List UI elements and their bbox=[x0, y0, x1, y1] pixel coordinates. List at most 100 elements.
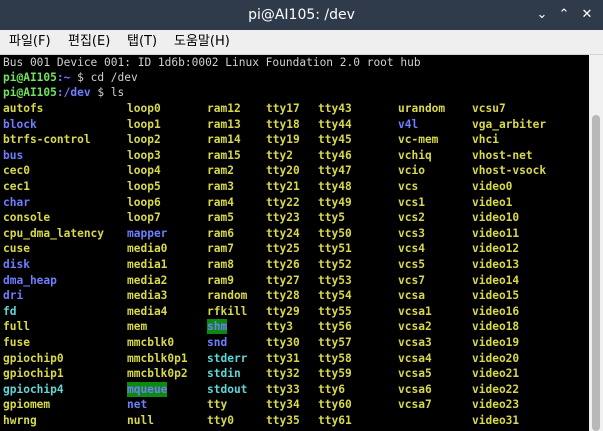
ls-entry: mmcblk0 bbox=[127, 336, 175, 349]
ls-entry: cuse bbox=[3, 242, 30, 256]
ls-entry: vcs2 bbox=[398, 211, 425, 225]
ls-entry: tty27 bbox=[266, 273, 300, 287]
ls-entry: vga_arbiter bbox=[472, 117, 547, 131]
ls-entry: autofs bbox=[3, 102, 44, 115]
prompt-path: :/dev bbox=[56, 86, 98, 99]
ls-entry: tty21 bbox=[266, 180, 300, 193]
ls-entry: mem bbox=[127, 320, 148, 334]
ls-entry: ram15 bbox=[207, 148, 241, 162]
ls-entry: ram7 bbox=[207, 242, 234, 256]
ls-entry: gpiomem bbox=[3, 398, 51, 412]
ls-entry: tty28 bbox=[266, 289, 300, 303]
ls-entry: vc-mem bbox=[398, 133, 439, 147]
ls-entry: media2 bbox=[127, 273, 168, 287]
ls-entry: loop7 bbox=[127, 211, 161, 225]
ls-entry: stderr bbox=[207, 351, 248, 365]
ls-entry: tty45 bbox=[318, 133, 352, 147]
ls-entry: video19 bbox=[472, 336, 520, 349]
command-text: $ cd /dev bbox=[77, 71, 138, 84]
ls-entry: tty31 bbox=[266, 351, 300, 365]
menu-bar: 파일(F) 편집(E) 탭(T) 도움말(H) bbox=[0, 30, 603, 55]
ls-entry: tty29 bbox=[266, 304, 300, 318]
ls-entry: urandom bbox=[398, 102, 446, 115]
ls-entry: block bbox=[3, 117, 37, 131]
ls-entry: vhost-net bbox=[472, 148, 533, 162]
scrollbar[interactable] bbox=[589, 55, 603, 431]
ls-entry: tty18 bbox=[266, 117, 300, 131]
ls-entry: media1 bbox=[127, 258, 168, 271]
ls-entry: hwrng bbox=[3, 414, 37, 427]
ls-entry: shm bbox=[207, 319, 228, 335]
chevron-down-icon[interactable]: ⌄ bbox=[534, 7, 550, 23]
ls-entry: tty6 bbox=[318, 382, 345, 396]
ls-entry: ram2 bbox=[207, 164, 234, 178]
ls-entry: ram13 bbox=[207, 117, 241, 131]
ls-entry: tty32 bbox=[266, 367, 300, 381]
ls-entry: video13 bbox=[472, 258, 520, 271]
ls-entry: ram14 bbox=[207, 133, 241, 147]
ls-entry: vcsa5 bbox=[398, 367, 432, 381]
ls-entry: video1 bbox=[472, 195, 513, 209]
ls-entry: video16 bbox=[472, 304, 520, 318]
ls-entry: loop6 bbox=[127, 195, 161, 209]
ls-entry: gpiochip1 bbox=[3, 367, 64, 381]
ls-entry: tty25 bbox=[266, 242, 300, 256]
ls-entry: tty58 bbox=[318, 351, 352, 365]
ls-entry: tty20 bbox=[266, 164, 300, 178]
window-title: pi@AI105: /dev bbox=[248, 7, 355, 23]
ls-entry: ram9 bbox=[207, 273, 234, 287]
ls-entry: video22 bbox=[472, 382, 520, 396]
command-text: $ ls bbox=[97, 86, 125, 99]
ls-entry: ram3 bbox=[207, 180, 234, 193]
ls-entry: null bbox=[127, 414, 154, 427]
ls-entry: vcs4 bbox=[398, 242, 425, 256]
ls-entry: dma_heap bbox=[3, 273, 57, 287]
scroll-thumb[interactable] bbox=[592, 115, 600, 431]
ls-entry: cpu_dma_latency bbox=[3, 226, 105, 240]
ls-entry: video0 bbox=[472, 180, 513, 193]
ls-entry: loop5 bbox=[127, 180, 161, 193]
ls-entry: vcsa2 bbox=[398, 320, 432, 334]
ls-entry: tty5 bbox=[318, 211, 345, 225]
ls-entry: tty51 bbox=[318, 242, 352, 256]
ls-entry: tty3 bbox=[266, 320, 293, 334]
ls-entry: vcio bbox=[398, 164, 425, 178]
ls-entry: random bbox=[207, 289, 248, 303]
ls-entry: tty24 bbox=[266, 226, 300, 240]
menu-file[interactable]: 파일(F) bbox=[9, 30, 51, 54]
ls-entry: media3 bbox=[127, 289, 168, 303]
ls-entry: tty0 bbox=[207, 414, 234, 427]
ls-entry: tty34 bbox=[266, 398, 300, 412]
ls-entry: tty44 bbox=[318, 117, 352, 131]
ls-entry: ram12 bbox=[207, 102, 241, 115]
menu-edit[interactable]: 편집(E) bbox=[68, 30, 110, 54]
ls-entry: tty47 bbox=[318, 164, 352, 178]
terminal-output[interactable]: Bus 001 Device 001: ID 1d6b:0002 Linux F… bbox=[0, 55, 589, 431]
ls-entry: cec1 bbox=[3, 180, 30, 193]
ls-entry: tty49 bbox=[318, 195, 352, 209]
title-bar[interactable]: pi@AI105: /dev ⌄ ⌃ ✕ bbox=[0, 0, 603, 30]
ls-entry: tty23 bbox=[266, 211, 300, 225]
chevron-up-icon[interactable]: ⌃ bbox=[556, 7, 572, 23]
ls-entry: net bbox=[127, 398, 148, 412]
ls-entry: tty46 bbox=[318, 148, 352, 162]
ls-entry: tty55 bbox=[318, 304, 352, 318]
ls-entry: video21 bbox=[472, 367, 520, 381]
ls-entry: btrfs-control bbox=[3, 133, 91, 147]
ls-entry: loop0 bbox=[127, 102, 161, 115]
ls-entry: tty35 bbox=[266, 414, 300, 427]
close-icon[interactable]: ✕ bbox=[579, 7, 595, 23]
menu-tabs[interactable]: 탭(T) bbox=[127, 30, 157, 54]
ls-entry: stdout bbox=[207, 382, 248, 396]
ls-entry: vcsa6 bbox=[398, 382, 432, 396]
ls-entry: loop3 bbox=[127, 148, 161, 162]
ls-entry: fd bbox=[3, 304, 17, 318]
ls-entry: video10 bbox=[472, 211, 520, 225]
menu-help[interactable]: 도움말(H) bbox=[174, 30, 230, 54]
ls-entry: bus bbox=[3, 148, 24, 162]
ls-entry: tty33 bbox=[266, 382, 300, 396]
ls-entry: rfkill bbox=[207, 304, 248, 318]
ls-entry: video31 bbox=[472, 414, 520, 427]
ls-entry: tty bbox=[207, 398, 228, 412]
ls-entry: disk bbox=[3, 258, 30, 271]
